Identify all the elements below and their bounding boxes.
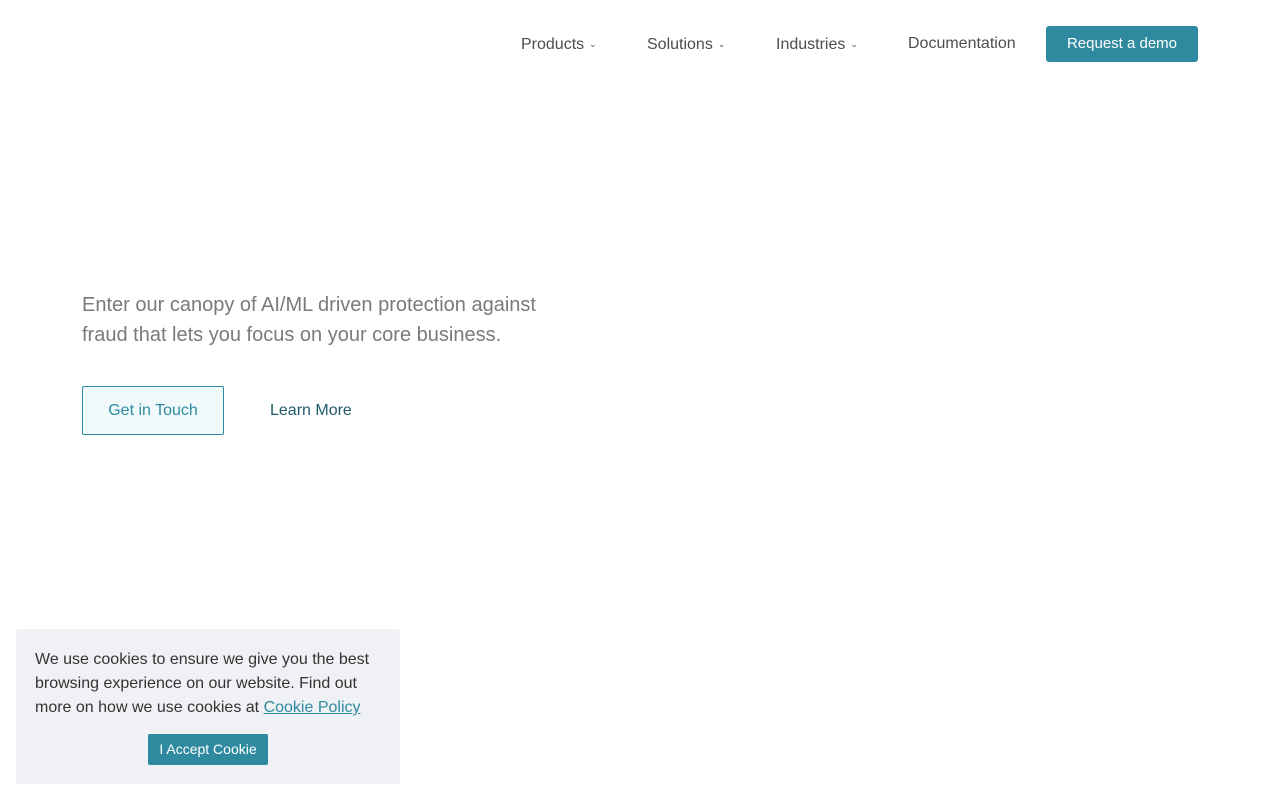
learn-more-link[interactable]: Learn More (270, 386, 352, 435)
request-demo-button[interactable]: Request a demo (1046, 26, 1198, 62)
main-nav: Products ⌄ Solutions ⌄ Industries ⌄ Documen… (0, 26, 1280, 62)
hero-tagline: Enter our canopy of AI/ML driven protect… (82, 294, 536, 346)
chevron-down-icon: ⌄ (589, 39, 597, 49)
cookie-message-block: We use cookies to ensure we give you the… (35, 648, 385, 720)
accept-cookie-button[interactable]: I Accept Cookie (148, 734, 268, 765)
nav-item-documentation[interactable]: Documentation (908, 26, 1016, 62)
nav-item-label: Documentation (908, 35, 1016, 52)
nav-item-label: Products (521, 36, 585, 53)
chevron-down-icon: ⌄ (717, 39, 726, 49)
get-in-touch-button[interactable]: Get in Touch (82, 386, 224, 435)
page: Products ⌄ Solutions ⌄ Industries ⌄ Documen… (0, 0, 1280, 800)
cookie-banner: We use cookies to ensure we give you the… (16, 629, 400, 784)
nav-item-industries[interactable]: Industries ⌄ (776, 26, 858, 62)
nav-item-products[interactable]: Products ⌄ (521, 26, 597, 62)
nav-item-label: Solutions (647, 36, 713, 53)
cookie-policy-link[interactable]: Cookie Policy (264, 699, 361, 716)
chevron-down-icon: ⌄ (850, 39, 858, 49)
nav-item-label: Industries (776, 36, 846, 53)
nav-item-solutions[interactable]: Solutions ⌄ (647, 26, 725, 62)
